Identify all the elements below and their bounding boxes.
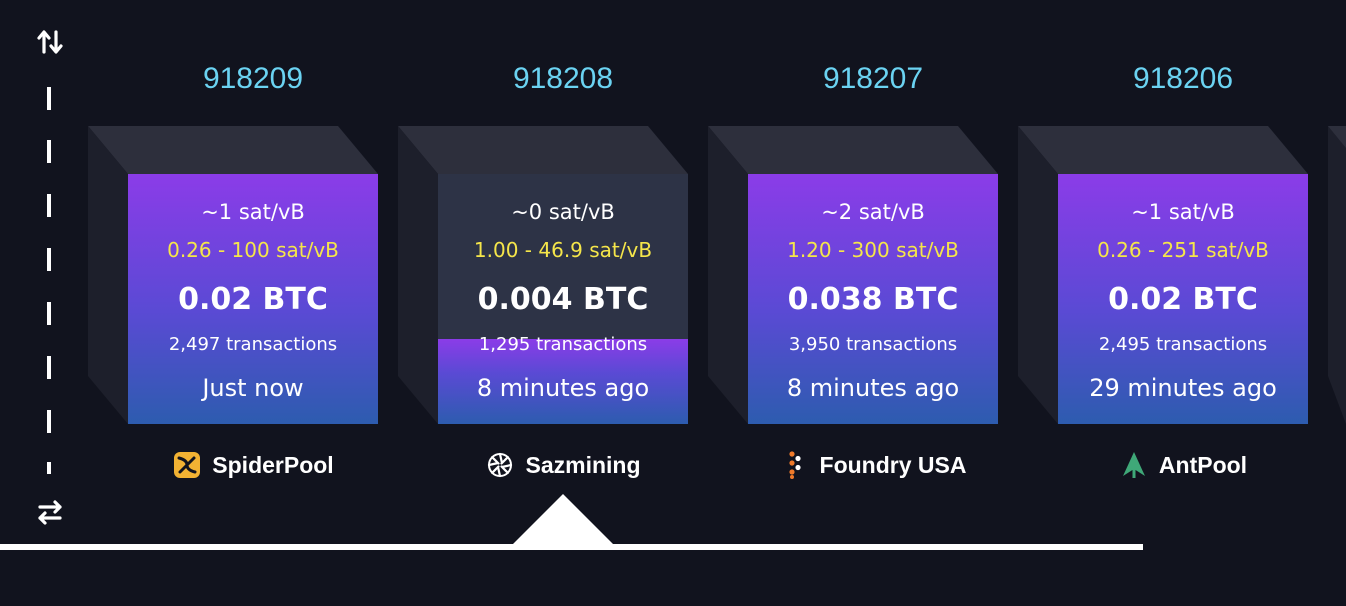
rail-dash <box>47 194 51 217</box>
antpool-logo-icon <box>1119 450 1149 480</box>
block-reward: 0.004 BTC <box>477 282 649 317</box>
mining-pool-link[interactable]: Foundry USA <box>748 448 998 482</box>
block-height-link[interactable]: 918207 <box>748 62 998 96</box>
block-reward: 0.02 BTC <box>1108 282 1258 317</box>
swap-vertical-icon[interactable] <box>34 26 66 58</box>
block-time-ago: 29 minutes ago <box>1089 374 1277 402</box>
pool-name: Foundry USA <box>819 451 967 478</box>
block-face: ~1 sat/vB 0.26 - 100 sat/vB 0.02 BTC 2,4… <box>128 174 378 424</box>
block-height-link[interactable]: 918206 <box>1058 62 1308 96</box>
spiderpool-logo-icon <box>172 450 202 480</box>
fee-range: 1.20 - 300 sat/vB <box>787 238 959 262</box>
median-fee: ~2 sat/vB <box>821 200 925 224</box>
rail-dash <box>47 302 51 325</box>
rail-dash <box>47 410 51 433</box>
block-height-link[interactable]: 918209 <box>128 62 378 96</box>
block-face: ~0 sat/vB 1.00 - 46.9 sat/vB 0.004 BTC 1… <box>438 174 688 424</box>
sazmining-logo-icon <box>485 450 515 480</box>
selected-block-pointer <box>513 494 613 544</box>
block-reward: 0.038 BTC <box>787 282 959 317</box>
mining-pool-link[interactable]: Sazmining <box>438 448 688 482</box>
block-reward: 0.02 BTC <box>178 282 328 317</box>
transaction-count: 2,497 transactions <box>168 334 338 355</box>
mining-pool-link[interactable]: AntPool <box>1058 448 1308 482</box>
rail-dash <box>47 356 51 379</box>
block-card[interactable]: 918209 ~1 sat/vB 0.26 - 100 sat/vB 0.02 … <box>88 62 378 478</box>
transaction-count: 2,495 transactions <box>1098 334 1268 355</box>
swap-horizontal-icon[interactable] <box>34 496 66 528</box>
rail-dash <box>47 87 51 110</box>
pool-name: AntPool <box>1158 451 1248 478</box>
block-time-ago: Just now <box>202 374 304 402</box>
blockchain-stage: 918209 ~1 sat/vB 0.26 - 100 sat/vB 0.02 … <box>0 0 1346 606</box>
block-height-link[interactable]: 918208 <box>438 62 688 96</box>
transaction-count: 3,950 transactions <box>788 334 958 355</box>
fee-range: 0.26 - 100 sat/vB <box>167 238 339 262</box>
pool-name: Sazmining <box>525 451 641 478</box>
rail-dash <box>47 462 51 474</box>
block-card[interactable]: 918206 ~1 sat/vB 0.26 - 251 sat/vB 0.02 … <box>1018 62 1308 478</box>
block-card[interactable]: 918207 ~2 sat/vB 1.20 - 300 sat/vB 0.038… <box>708 62 998 479</box>
mining-pool-link[interactable]: SpiderPool <box>128 448 378 482</box>
next-block-edge <box>1328 126 1346 424</box>
fee-range: 0.26 - 251 sat/vB <box>1097 238 1269 262</box>
block-face: ~1 sat/vB 0.26 - 251 sat/vB 0.02 BTC 2,4… <box>1058 174 1308 424</box>
pool-name: SpiderPool <box>212 451 334 478</box>
median-fee: ~1 sat/vB <box>201 200 305 224</box>
median-fee: ~1 sat/vB <box>1131 200 1235 224</box>
transaction-count: 1,295 transactions <box>478 334 648 355</box>
foundry-usa-logo-icon <box>780 450 810 480</box>
block-card[interactable]: 918208 ~0 sat/vB 1.00 - 46.9 sat/vB 0.00… <box>398 62 688 478</box>
block-time-ago: 8 minutes ago <box>786 374 960 402</box>
median-fee: ~0 sat/vB <box>511 200 615 224</box>
block-time-ago: 8 minutes ago <box>476 374 650 402</box>
rail-dash <box>47 140 51 163</box>
block-face: ~2 sat/vB 1.20 - 300 sat/vB 0.038 BTC 3,… <box>748 174 998 424</box>
timeline-bar <box>0 544 1143 550</box>
fee-range: 1.00 - 46.9 sat/vB <box>473 238 653 262</box>
rail-dash <box>47 248 51 271</box>
